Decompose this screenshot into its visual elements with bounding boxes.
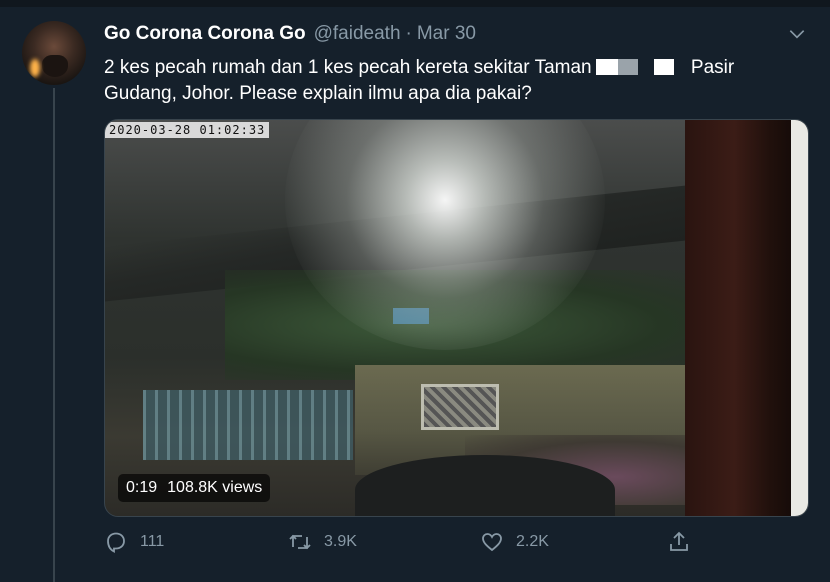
tweet-text: 2 kes pecah rumah dan 1 kes pecah kereta…: [104, 55, 804, 107]
tweet-actions: 111 3.9K 2.2K: [104, 530, 704, 560]
redacted-block: [637, 59, 654, 75]
separator-dot: ·: [405, 23, 412, 44]
like-button[interactable]: 2.2K: [480, 530, 549, 554]
video-scene-window: [421, 384, 499, 430]
retweet-button[interactable]: 3.9K: [288, 530, 357, 554]
user-handle[interactable]: @faideath: [314, 23, 401, 45]
redacted-block: [595, 59, 618, 75]
cctv-timestamp: 2020-03-28 01:02:33: [105, 122, 270, 138]
tweet-text-part1: 2 kes pecah rumah dan 1 kes pecah kereta…: [104, 57, 592, 78]
reply-count: 111: [140, 533, 165, 550]
heart-icon: [482, 533, 502, 552]
reply-button[interactable]: 111: [104, 530, 164, 554]
redacted-block: [653, 59, 674, 75]
video-views: 108.8K views: [167, 479, 263, 496]
retweet-count: 3.9K: [324, 533, 357, 550]
tweet-header: Go Corona Corona Go @faideath · Mar 30: [104, 23, 476, 49]
chevron-down-icon[interactable]: [787, 24, 807, 44]
reply-icon: [107, 532, 125, 553]
display-name[interactable]: Go Corona Corona Go: [104, 23, 306, 45]
thread-line: [53, 88, 55, 582]
redacted-block: [617, 59, 638, 75]
video-scene-frame: [791, 120, 808, 516]
video-player[interactable]: 2020-03-28 01:02:33 0:19 108.8K views: [104, 119, 809, 517]
tweet-date[interactable]: Mar 30: [417, 23, 476, 45]
avatar[interactable]: [22, 21, 86, 85]
video-scene-gate: [143, 390, 353, 460]
like-count: 2.2K: [516, 533, 549, 550]
video-duration: 0:19: [126, 479, 158, 496]
redacted-block: [673, 59, 686, 75]
share-icon: [670, 531, 688, 551]
avatar-beard: [42, 55, 68, 77]
video-scene-table: [355, 455, 615, 516]
top-border: [0, 0, 830, 7]
share-button[interactable]: [667, 530, 691, 554]
avatar-light: [30, 59, 40, 77]
video-meta-badge: 0:19 108.8K views: [118, 474, 271, 502]
retweet-icon: [289, 534, 311, 550]
video-scene-curtain: [685, 120, 808, 516]
